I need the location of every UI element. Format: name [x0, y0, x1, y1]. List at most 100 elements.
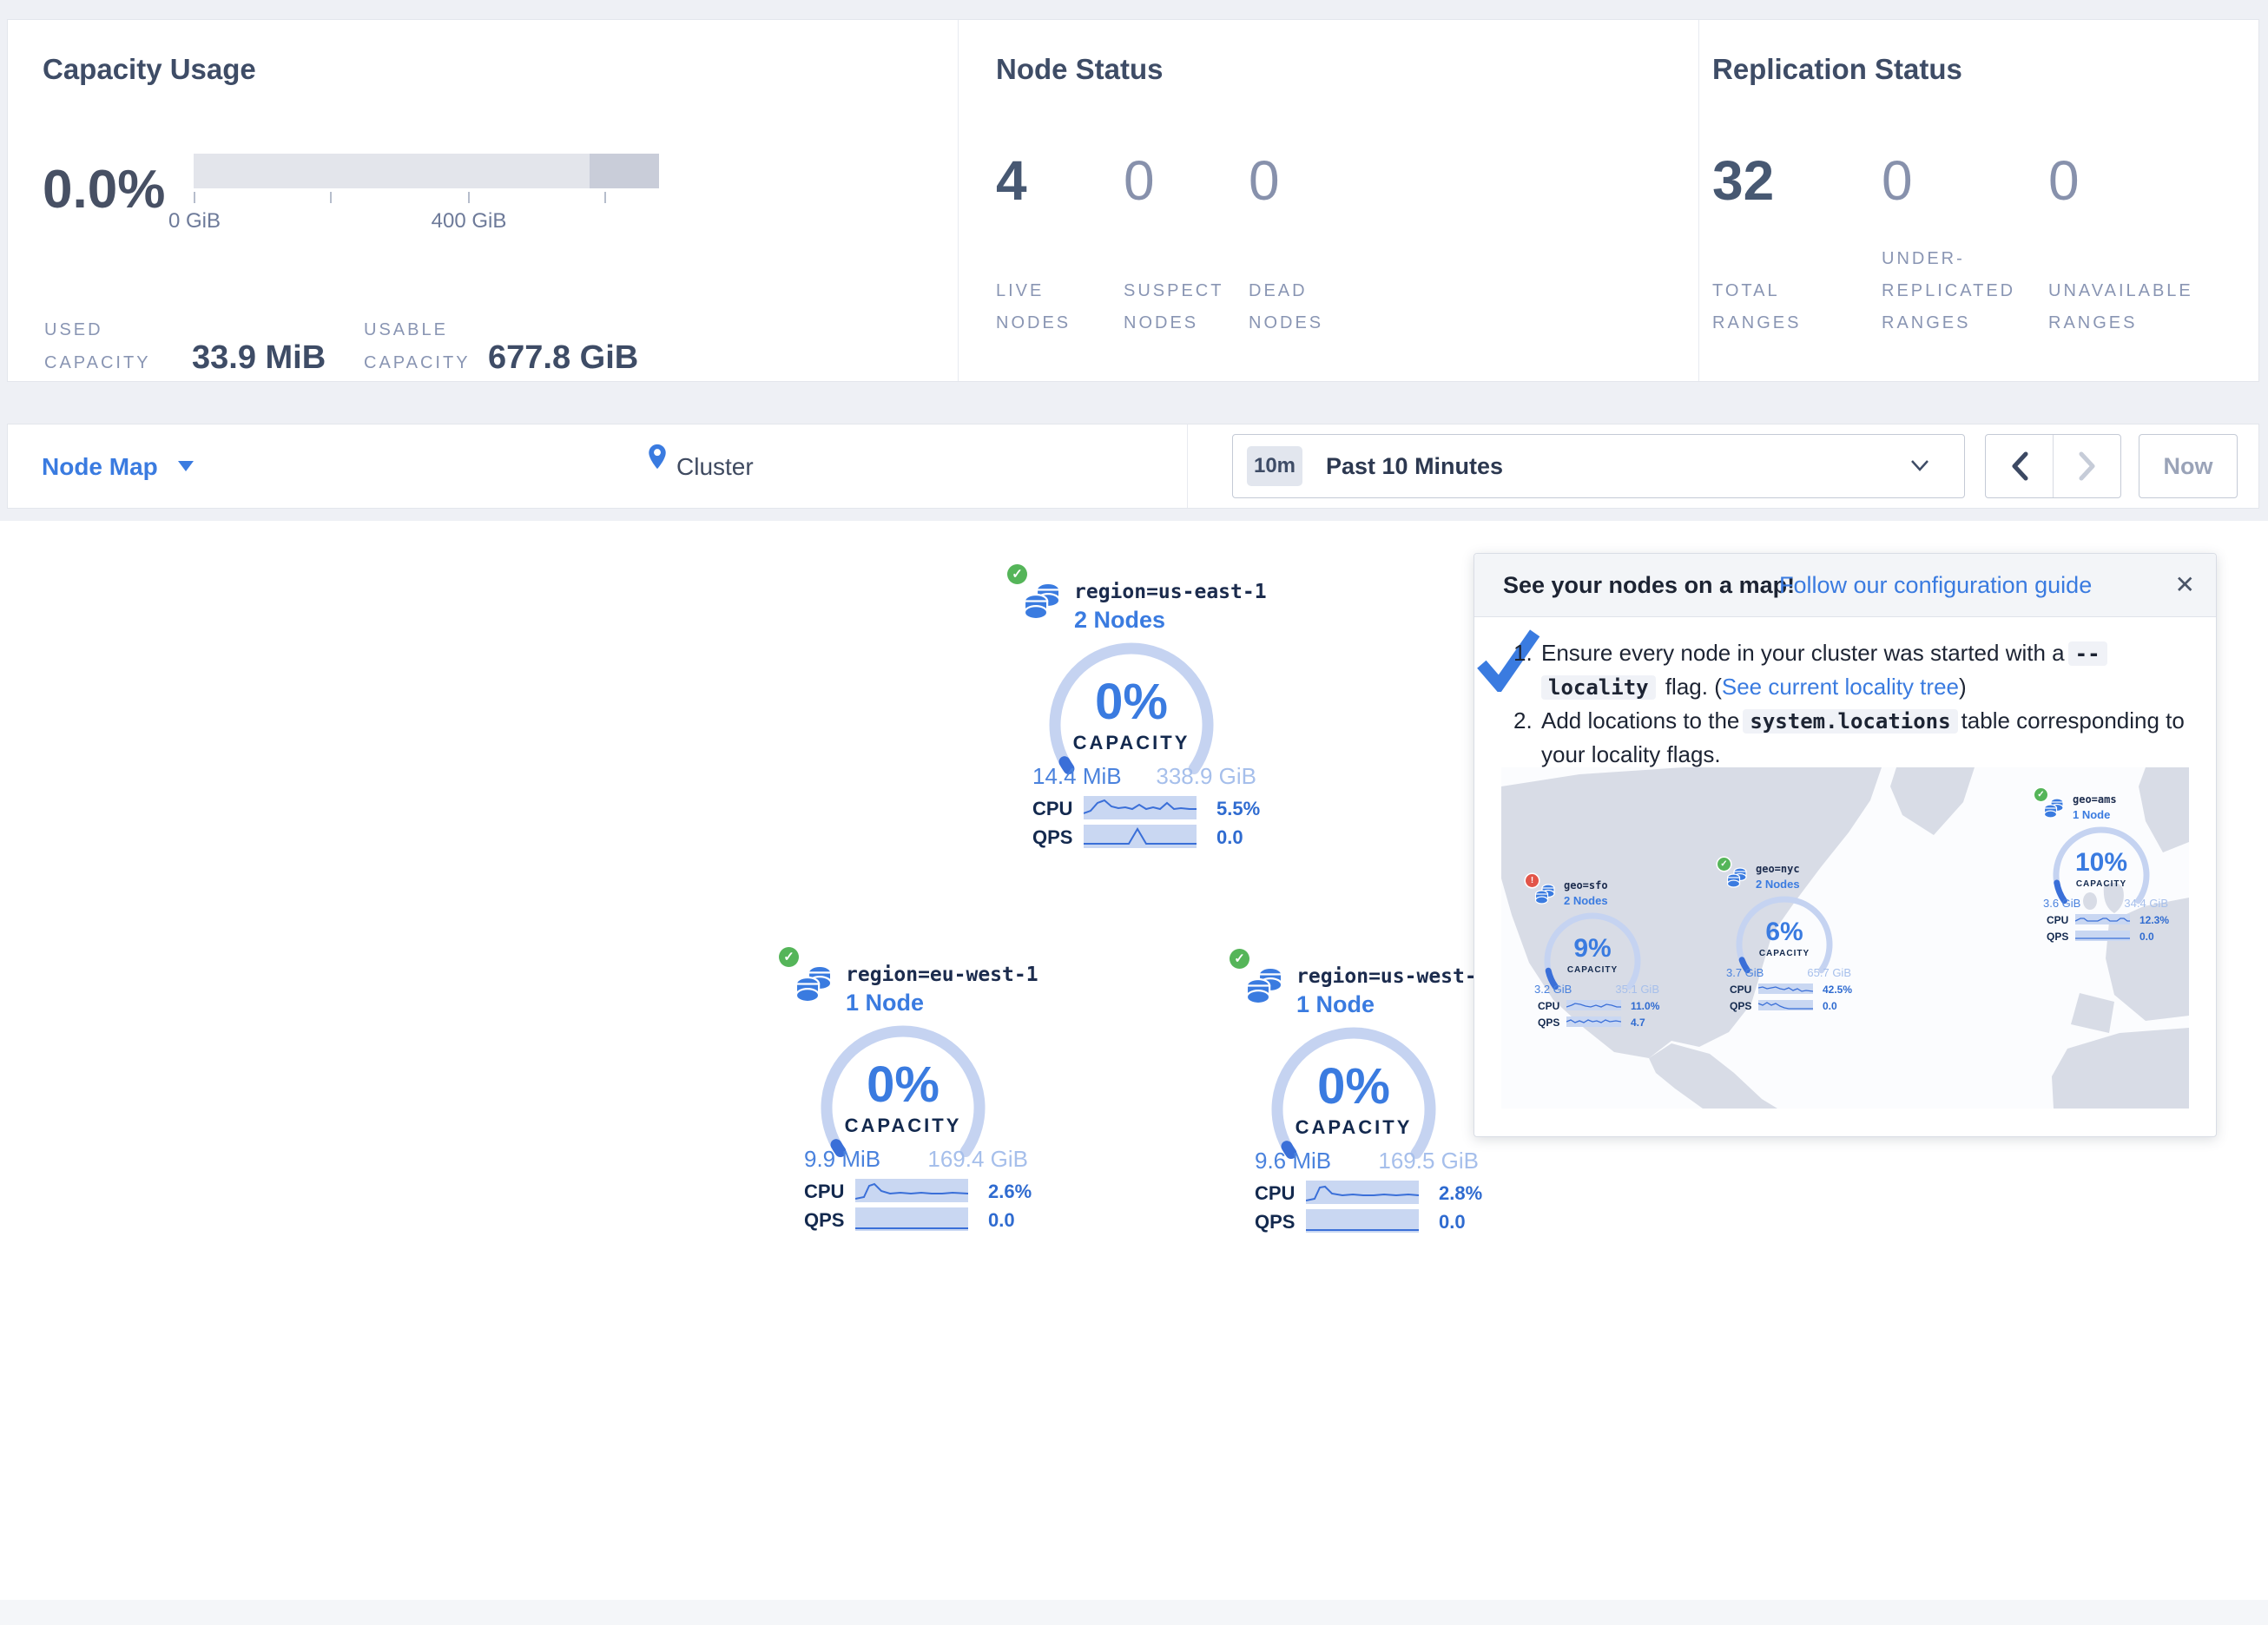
tick-label-400: 400 GiB — [417, 209, 521, 234]
region-group-us-west-1[interactable]: ✓ region=us-west-1 1 Node 0% CAPACITY 9.… — [1222, 944, 1486, 1240]
replication-status-title: Replication Status — [1712, 53, 1962, 86]
time-back-button[interactable] — [1986, 435, 2054, 497]
now-button[interactable]: Now — [2139, 434, 2238, 498]
qps-value: 0.0 — [1439, 1211, 1466, 1234]
capacity-word: CAPACITY — [1045, 732, 1218, 754]
database-nodes-icon — [2044, 798, 2064, 819]
cpu-sparkline — [1758, 984, 1813, 994]
qps-row: QPS 0.0 — [1255, 1209, 1486, 1234]
region-group-eu-west-1[interactable]: ✓ region=eu-west-1 1 Node 0% CAPACITY 9.… — [771, 943, 1035, 1238]
region-group-us-east-1[interactable]: ✓ region=us-east-1 2 Nodes 0% CAPACITY 1… — [999, 560, 1263, 855]
location-pin-icon — [648, 444, 667, 470]
unavailable-count: 0 — [2048, 148, 2080, 213]
suspect-nodes-count: 0 — [1124, 148, 1155, 213]
chevron-down-icon — [178, 461, 194, 471]
database-nodes-icon — [1535, 884, 1555, 905]
qps-sparkline — [855, 1207, 968, 1231]
qps-value: 0.0 — [1216, 826, 1243, 849]
used-capacity-value: 33.9 MiB — [192, 339, 326, 377]
view-selector-node-map[interactable]: Node Map — [42, 453, 158, 481]
dead-nodes-label: DEADNODES — [1249, 244, 1323, 339]
geo-group-nyc[interactable]: ✓ geo=nyc 2 Nodes 6% CAPACITY 3.7 GiB 65… — [1717, 858, 1856, 1018]
node-map-page: Capacity Usage 0.0% 0 GiB 400 GiB USED C… — [0, 0, 2268, 1625]
locality-tree-link[interactable]: See current locality tree — [1722, 674, 1959, 700]
region-title: region=us-east-1 — [1074, 581, 1267, 603]
setup-steps: 1. Ensure every node in your cluster was… — [1513, 636, 2191, 771]
dead-nodes-count: 0 — [1249, 148, 1280, 213]
total-capacity: 35.1 GiB — [1615, 983, 1659, 996]
cpu-sparkline — [1084, 796, 1197, 819]
geo-node-count: 2 Nodes — [1756, 878, 1800, 891]
cpu-row: CPU 42.5% — [1730, 984, 1851, 995]
tick-label-0: 0 GiB — [142, 209, 247, 234]
geo-node-count: 2 Nodes — [1564, 894, 1608, 907]
usable-capacity-label: USABLE CAPACITY — [364, 313, 471, 379]
tick — [468, 192, 470, 203]
capacity-percent: 0% — [1267, 1057, 1441, 1115]
capacity-percent: 0% — [816, 1056, 990, 1114]
divider — [1698, 20, 1699, 381]
nodes-on-map-panel: See your nodes on a map! Follow our conf… — [1474, 553, 2217, 1137]
time-range-badge: 10m — [1247, 446, 1302, 486]
capacity-word: CAPACITY — [816, 1115, 990, 1137]
breadcrumb[interactable]: Cluster — [676, 453, 754, 481]
divider — [958, 20, 959, 381]
capacity-word: CAPACITY — [1267, 1116, 1441, 1139]
total-capacity: 34.4 GiB — [2124, 897, 2168, 910]
database-nodes-icon — [1246, 966, 1283, 1005]
panel-title: See your nodes on a map! — [1503, 572, 1795, 599]
time-nav-group — [1985, 434, 2121, 498]
cpu-row: CPU 2.8% — [1255, 1181, 1486, 1205]
cpu-row: CPU 5.5% — [1032, 796, 1263, 820]
used-capacity: 14.4 MiB — [1032, 763, 1122, 790]
qps-row: QPS 0.0 — [1032, 825, 1263, 849]
cpu-label: CPU — [1538, 1000, 1559, 1012]
qps-value: 4.7 — [1631, 1016, 1645, 1029]
region-node-count: 1 Node — [1296, 991, 1375, 1018]
qps-sparkline — [1758, 1000, 1813, 1010]
geo-group-ams[interactable]: ✓ geo=ams 1 Node 10% CAPACITY 3.6 GiB 34… — [2034, 788, 2173, 949]
qps-sparkline — [2075, 931, 2130, 941]
cpu-row: CPU 11.0% — [1538, 1000, 1659, 1011]
time-forward-button[interactable] — [2054, 435, 2120, 497]
database-nodes-icon — [1024, 582, 1061, 621]
capacity-percent: 10% — [2051, 848, 2152, 878]
chevron-left-icon — [2010, 451, 2029, 481]
qps-label: QPS — [2047, 931, 2068, 943]
region-node-count: 1 Node — [846, 990, 924, 1016]
cpu-label: CPU — [1255, 1182, 1295, 1205]
cpu-value: 12.3% — [2139, 914, 2169, 926]
panel-header: See your nodes on a map! Follow our conf… — [1474, 554, 2216, 617]
bottom-strip — [0, 1600, 2268, 1625]
code-chip: locality — [1541, 675, 1656, 700]
tick — [330, 192, 332, 203]
time-range-dropdown[interactable]: 10m Past 10 Minutes — [1232, 434, 1965, 498]
geo-title: geo=sfo — [1564, 879, 1608, 891]
suspect-nodes-label: SUSPECTNODES — [1124, 244, 1223, 339]
geo-node-count: 1 Node — [2073, 808, 2110, 821]
code-chip: -- — [2068, 641, 2107, 666]
total-ranges-label: TOTALRANGES — [1712, 244, 1801, 339]
cpu-value: 42.5% — [1823, 984, 1852, 996]
code-chip: system.locations — [1743, 709, 1957, 734]
cpu-label: CPU — [1032, 798, 1072, 820]
cpu-sparkline — [855, 1179, 968, 1202]
qps-label: QPS — [1032, 826, 1072, 849]
qps-value: 0.0 — [1823, 1000, 1837, 1012]
qps-sparkline — [1084, 825, 1197, 848]
qps-value: 0.0 — [988, 1209, 1015, 1232]
qps-row: QPS 0.0 — [804, 1207, 1035, 1232]
capacity-percent: 6% — [1734, 918, 1835, 947]
used-capacity: 3.2 GiB — [1534, 983, 1572, 996]
cpu-sparkline — [1306, 1181, 1419, 1204]
cpu-label: CPU — [2047, 914, 2068, 926]
geo-group-sfo[interactable]: ! geo=sfo 2 Nodes 9% CAPACITY 3.2 GiB 35… — [1526, 874, 1665, 1035]
cluster-summary-bar: Capacity Usage 0.0% 0 GiB 400 GiB USED C… — [7, 19, 2259, 382]
under-replicated-label: UNDER-REPLICATEDRANGES — [1882, 244, 2015, 339]
configuration-guide-link[interactable]: Follow our configuration guide — [1779, 572, 2092, 599]
capacity-word: CAPACITY — [2051, 879, 2152, 889]
close-icon[interactable]: ✕ — [2175, 570, 2195, 599]
tick — [604, 192, 606, 203]
cpu-label: CPU — [804, 1181, 844, 1203]
unavailable-label: UNAVAILABLERANGES — [2048, 244, 2193, 339]
